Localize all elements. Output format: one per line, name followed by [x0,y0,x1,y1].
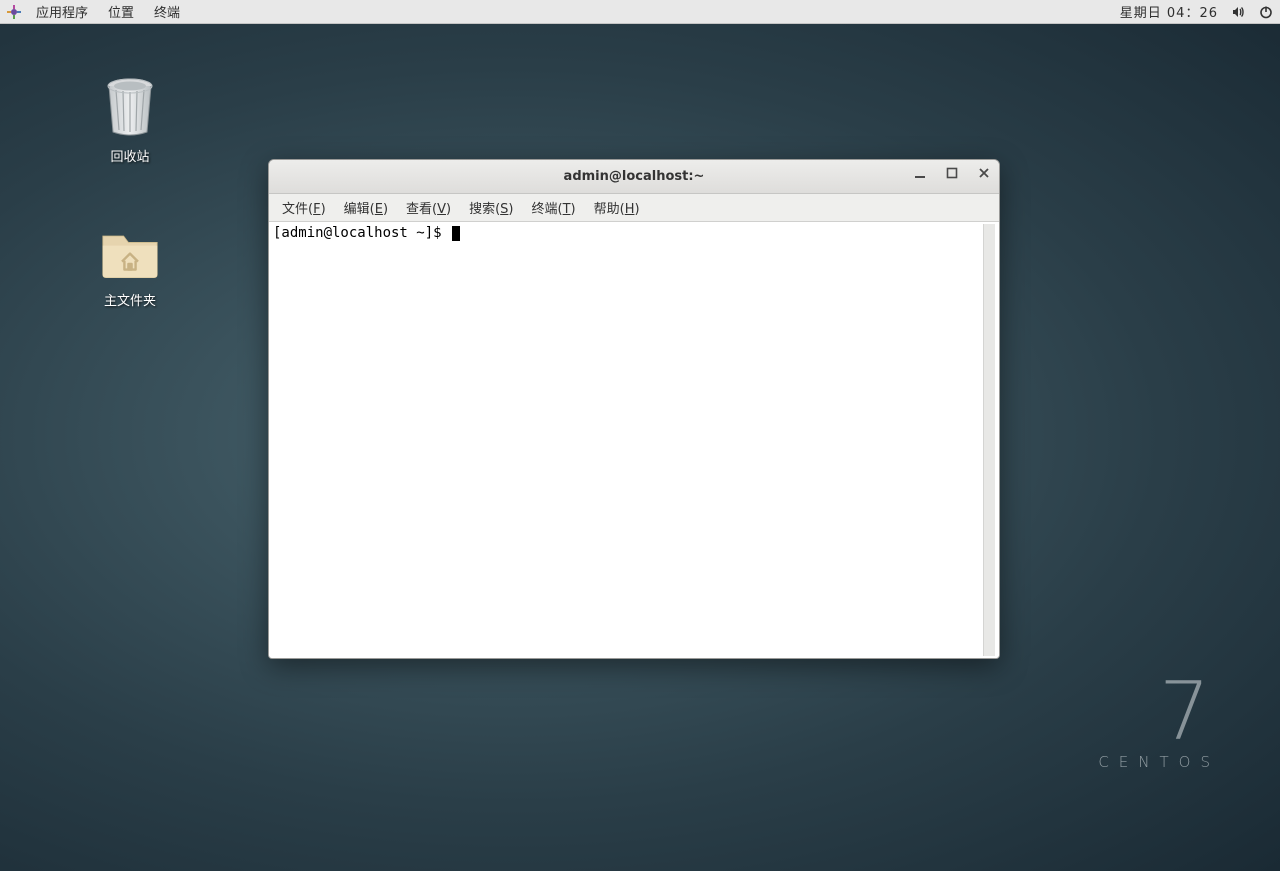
menu-file[interactable]: 文件(F) [273,195,335,220]
panel-left: 应用程序 位置 终端 [6,0,190,23]
maximize-button[interactable] [943,164,961,182]
menu-view[interactable]: 查看(V) [397,195,460,220]
menu-search[interactable]: 搜索(S) [460,195,522,220]
menubar: 文件(F) 编辑(E) 查看(V) 搜索(S) 终端(T) 帮助(H) [269,194,999,222]
trash-icon [98,76,162,140]
terminal-text: [admin@localhost ~]$ [273,224,983,656]
menu-applications[interactable]: 应用程序 [26,0,98,23]
panel-right: 星期日 04：26 [1120,2,1274,21]
close-button[interactable] [975,164,993,182]
menu-help[interactable]: 帮助(H) [585,195,649,220]
window-title: admin@localhost:~ [564,169,705,184]
clock[interactable]: 星期日 04：26 [1120,2,1218,21]
menu-edit[interactable]: 编辑(E) [335,195,397,220]
minimize-button[interactable] [911,164,929,182]
os-version: 7 [1098,677,1220,747]
menu-terminal[interactable]: 终端 [144,0,190,23]
window-controls [911,164,993,182]
terminal-prompt: [admin@localhost ~]$ [273,225,450,241]
terminal-scrollbar[interactable] [983,224,995,656]
desktop-icon-trash[interactable]: 回收站 [80,76,180,165]
system-logo-icon [6,4,22,20]
os-branding: 7 CENTOS [1098,677,1220,771]
desktop-icon-home[interactable]: 主文件夹 [80,220,180,309]
home-folder-icon [98,220,162,284]
desktop[interactable]: 应用程序 位置 终端 星期日 04：26 [0,0,1280,871]
desktop-icon-home-label: 主文件夹 [104,290,156,309]
desktop-icon-trash-label: 回收站 [110,146,149,165]
titlebar[interactable]: admin@localhost:~ [269,160,999,194]
os-name: CENTOS [1098,753,1220,771]
power-icon[interactable] [1258,4,1274,20]
menu-terminal-item[interactable]: 终端(T) [523,195,585,220]
terminal-cursor [452,226,460,241]
terminal-window: admin@localhost:~ 文件(F) 编辑(E) 查看(V) 搜索(S… [268,159,1000,659]
volume-icon[interactable] [1230,4,1246,20]
terminal-body[interactable]: [admin@localhost ~]$ [269,222,999,658]
top-panel: 应用程序 位置 终端 星期日 04：26 [0,0,1280,24]
menu-places[interactable]: 位置 [98,0,144,23]
